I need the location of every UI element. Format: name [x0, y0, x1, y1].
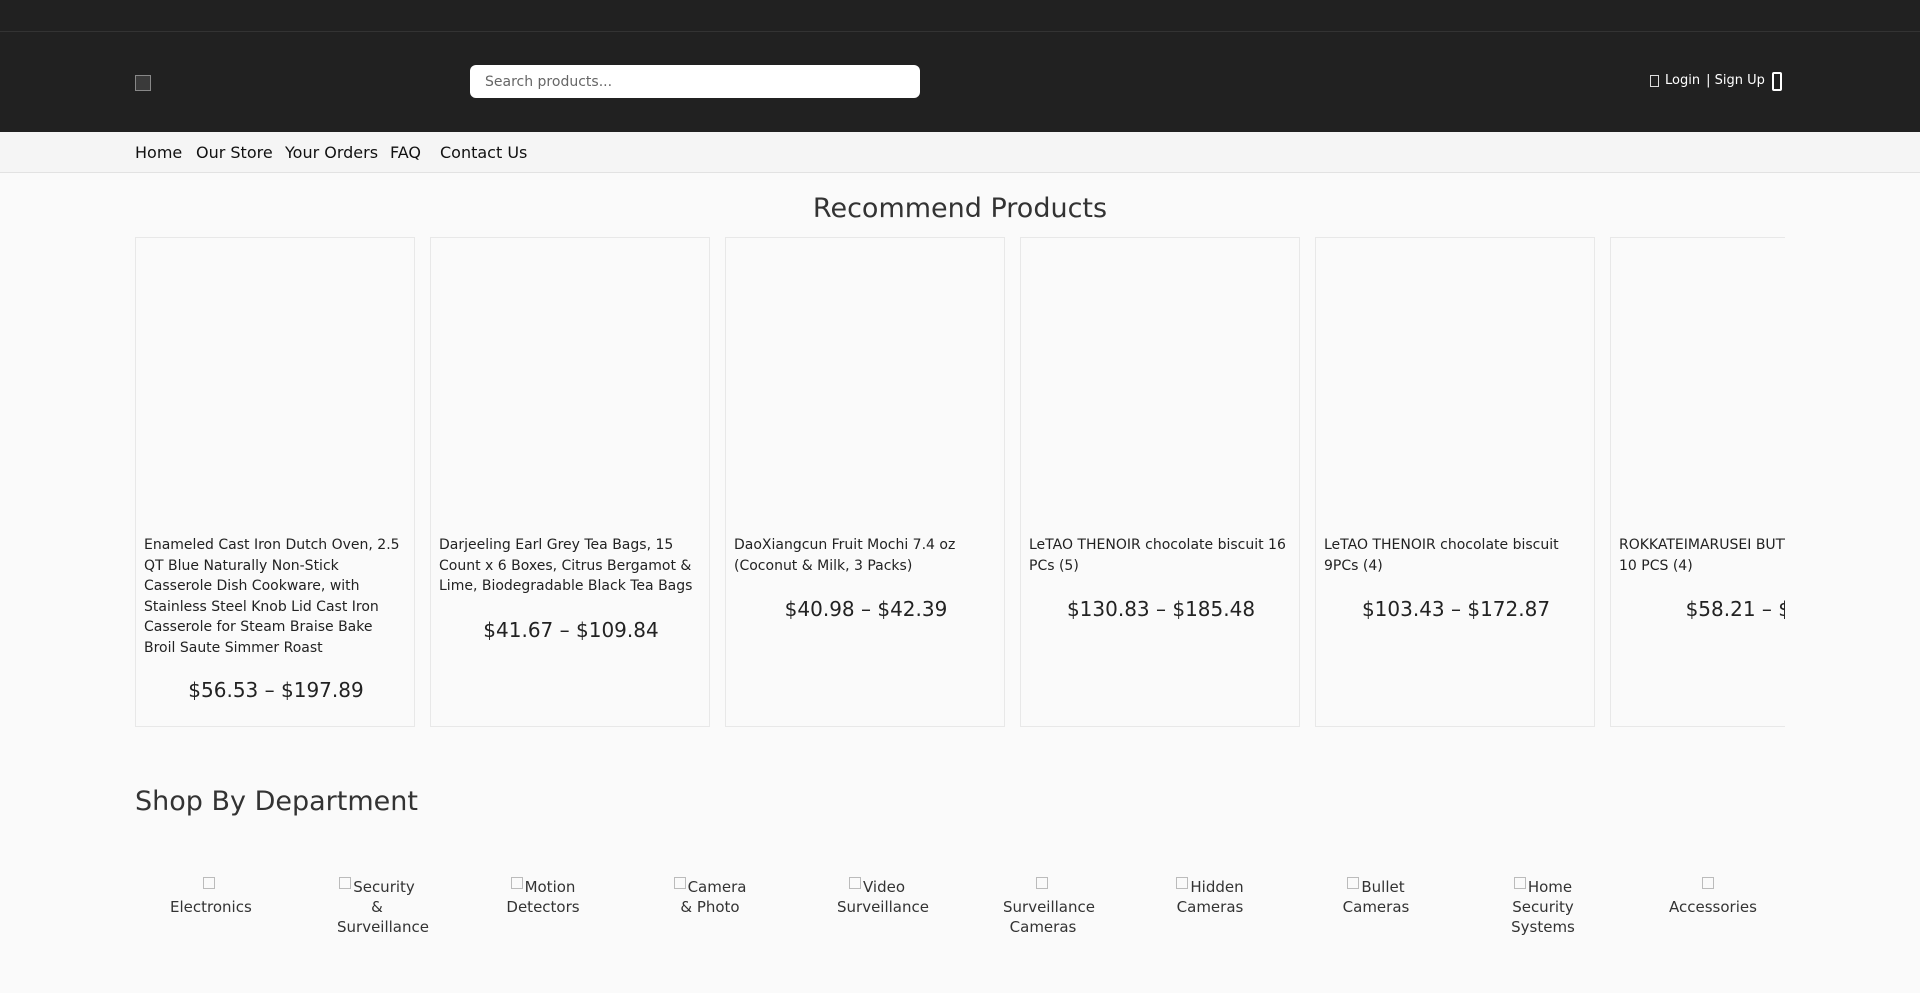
product-carousel: Enameled Cast Iron Dutch Oven, 2.5 QT Bl…: [135, 237, 1785, 728]
user-icon: [1650, 74, 1659, 87]
cart-icon[interactable]: [1772, 72, 1782, 91]
search-input[interactable]: [470, 65, 920, 98]
department-item[interactable]: Hidden Cameras: [1170, 877, 1250, 917]
product-title[interactable]: DaoXiangcun Fruit Mochi 7.4 oz (Coconut …: [734, 535, 994, 576]
nav-faq[interactable]: FAQ: [390, 143, 421, 162]
product-title[interactable]: ROKKATEIMARUSEI BUTTER BISCUIT 10 PCS (4…: [1619, 535, 1785, 576]
nav-contact-us[interactable]: Contact Us: [440, 143, 527, 162]
product-card[interactable]: LeTAO THENOIR chocolate biscuit 16 PCs (…: [1020, 237, 1300, 727]
product-card[interactable]: DaoXiangcun Fruit Mochi 7.4 oz (Coconut …: [725, 237, 1005, 727]
department-image: [339, 877, 352, 889]
product-image: [1021, 238, 1299, 530]
department-item[interactable]: Bullet Cameras: [1336, 877, 1416, 917]
product-title[interactable]: LeTAO THENOIR chocolate biscuit 16 PCs (…: [1029, 535, 1289, 576]
login-link[interactable]: Login: [1665, 73, 1700, 88]
department-image: [1347, 877, 1360, 889]
department-item[interactable]: Electronics: [170, 877, 252, 917]
nav-home[interactable]: Home: [135, 143, 182, 162]
department-label[interactable]: Camera & Photo: [680, 878, 746, 916]
department-item[interactable]: Surveillance Cameras: [1003, 877, 1095, 937]
department-image: [673, 877, 686, 889]
department-image: [510, 877, 523, 889]
product-price: $40.98 – $42.39: [784, 597, 948, 621]
product-card[interactable]: Enameled Cast Iron Dutch Oven, 2.5 QT Bl…: [135, 237, 415, 727]
account-links: Login | Sign Up: [1650, 73, 1765, 88]
product-price: $58.21 – $28: [1685, 597, 1785, 621]
nav-your-orders[interactable]: Your Orders: [285, 143, 378, 162]
nav-our-store[interactable]: Our Store: [196, 143, 273, 162]
department-item[interactable]: Camera & Photo: [670, 877, 750, 917]
department-image: [203, 877, 215, 889]
department-label[interactable]: Electronics: [170, 898, 252, 916]
main-nav: Home Our Store Your Orders FAQ Contact U…: [0, 132, 1920, 173]
department-image: [1036, 877, 1048, 889]
department-image: [848, 877, 861, 889]
product-title[interactable]: LeTAO THENOIR chocolate biscuit 9PCs (4): [1324, 535, 1584, 576]
product-title[interactable]: Enameled Cast Iron Dutch Oven, 2.5 QT Bl…: [144, 535, 404, 658]
product-image: [1611, 238, 1785, 530]
product-price: $56.53 – $197.89: [188, 678, 364, 702]
product-image: [431, 238, 709, 530]
product-card[interactable]: LeTAO THENOIR chocolate biscuit 9PCs (4)…: [1315, 237, 1595, 727]
top-bar: [0, 0, 1920, 32]
department-title: Shop By Department: [135, 786, 418, 817]
department-item[interactable]: Security & Surveillance: [337, 877, 429, 937]
department-label[interactable]: Surveillance Cameras: [1003, 898, 1095, 936]
department-image: [1513, 877, 1526, 889]
product-price: $130.83 – $185.48: [1066, 597, 1256, 621]
product-image: [726, 238, 1004, 530]
department-image: [1176, 877, 1189, 889]
site-logo[interactable]: [135, 75, 151, 91]
product-image: [136, 238, 414, 530]
department-item[interactable]: Video Surveillance: [837, 877, 929, 917]
product-card[interactable]: ROKKATEIMARUSEI BUTTER BISCUIT 10 PCS (4…: [1610, 237, 1785, 727]
product-image: [1316, 238, 1594, 530]
signup-link[interactable]: | Sign Up: [1706, 73, 1765, 88]
site-header: Login | Sign Up: [0, 32, 1920, 132]
product-price: $41.67 – $109.84: [483, 618, 659, 642]
department-item[interactable]: Accessories: [1669, 877, 1757, 917]
department-item[interactable]: Motion Detectors: [503, 877, 583, 917]
department-item[interactable]: Home Security Systems: [1503, 877, 1583, 937]
product-card[interactable]: Darjeeling Earl Grey Tea Bags, 15 Count …: [430, 237, 710, 727]
department-image: [1702, 877, 1714, 889]
recommend-title: Recommend Products: [812, 193, 1108, 224]
department-label[interactable]: Accessories: [1669, 898, 1757, 916]
product-price: $103.43 – $172.87: [1361, 597, 1551, 621]
product-title[interactable]: Darjeeling Earl Grey Tea Bags, 15 Count …: [439, 535, 699, 597]
